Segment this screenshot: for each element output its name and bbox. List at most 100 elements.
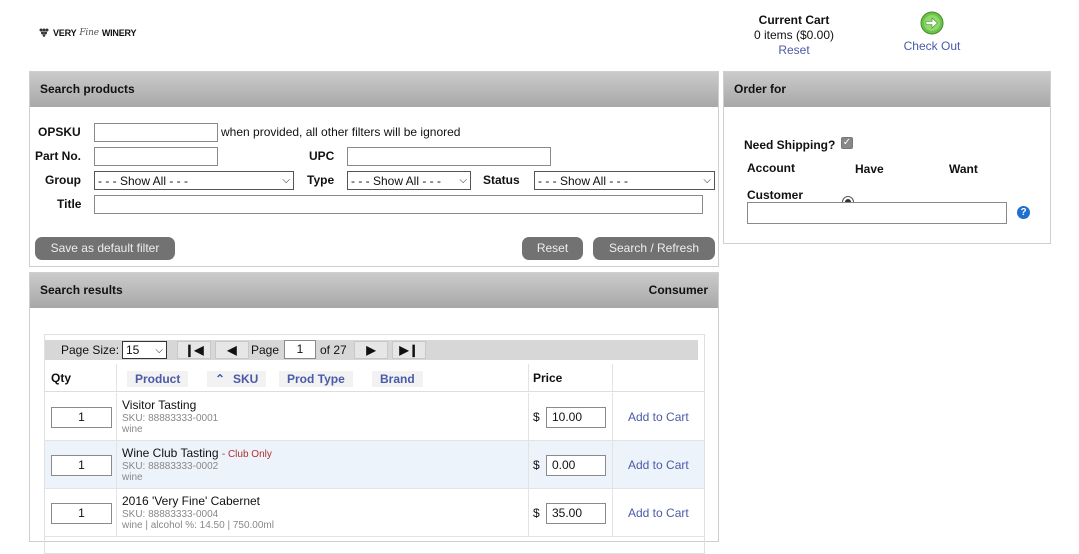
status-selected: - - - Show All - - - — [538, 173, 629, 188]
col-divider — [116, 489, 117, 536]
grape-icon — [38, 27, 50, 39]
col-divider — [116, 393, 117, 440]
col-prod-type[interactable]: Prod Type — [279, 371, 353, 387]
search-refresh-button[interactable]: Search / Refresh — [593, 237, 715, 260]
add-to-cart-link[interactable]: Add to Cart — [628, 410, 689, 424]
product-sku: SKU: 88883333-0001 — [122, 413, 219, 424]
logo-fine: Fine — [79, 28, 99, 38]
group-label: Group — [45, 173, 81, 187]
col-divider — [612, 489, 613, 536]
product-name: 2016 'Very Fine' Cabernet — [122, 494, 260, 508]
col-divider — [528, 364, 529, 391]
col-sku[interactable]: ⌃ SKU — [207, 371, 267, 387]
currency-symbol: $ — [533, 410, 540, 424]
price-input[interactable]: 10.00 — [546, 407, 606, 428]
upc-label: UPC — [309, 149, 335, 163]
partno-input[interactable] — [94, 147, 218, 166]
product-name: Visitor Tasting — [122, 398, 196, 412]
title-input[interactable] — [94, 195, 703, 214]
product-sku: SKU: 88883333-0004 — [122, 509, 219, 520]
need-shipping-checkbox[interactable]: ✓ — [841, 137, 853, 149]
prev-page-button[interactable]: ◀ — [215, 341, 249, 359]
page-number-input[interactable]: 1 — [284, 340, 316, 359]
sort-asc-icon: ⌃ — [215, 372, 226, 386]
help-icon[interactable]: ? — [1017, 206, 1030, 219]
price-input[interactable]: 35.00 — [546, 503, 606, 524]
search-products-header: Search products — [30, 72, 718, 107]
opsku-hint: when provided, all other filters will be… — [221, 125, 461, 139]
logo-winery: WINERY — [101, 28, 137, 38]
product-details: SKU: 88883333-0001 wine — [122, 413, 218, 435]
col-divider — [528, 489, 529, 536]
currency-symbol: $ — [533, 458, 540, 472]
account-want-label: Want — [949, 162, 978, 176]
qty-input[interactable]: 1 — [51, 455, 112, 476]
need-shipping-label: Need Shipping? — [744, 138, 836, 152]
page-size-value: 15 — [126, 343, 140, 357]
chevron-down-icon: ⌵ — [282, 175, 290, 186]
search-results-header: Search results Consumer — [30, 273, 718, 308]
cart-title: Current Cart — [758, 13, 830, 27]
account-have-label: Have — [855, 162, 884, 176]
checkout-label: Check Out — [903, 39, 961, 53]
product-meta: wine — [122, 424, 143, 435]
order-for-panel: Order for Need Shipping? ✓ Account Have … — [723, 71, 1051, 244]
product-details: SKU: 88883333-0004 wine | alcohol %: 14.… — [122, 509, 274, 531]
logo-very: VERY — [53, 28, 77, 38]
col-divider — [116, 364, 117, 391]
search-products-panel: Search products OPSKU when provided, all… — [29, 71, 719, 267]
page-count: of 27 — [320, 343, 347, 357]
product-details: SKU: 88883333-0002 wine — [122, 461, 218, 483]
type-select[interactable]: - - - Show All - - - ⌵ — [347, 171, 471, 190]
qty-input[interactable]: 1 — [51, 407, 112, 428]
product-name-text: Wine Club Tasting — [122, 446, 219, 460]
add-to-cart-link[interactable]: Add to Cart — [628, 458, 689, 472]
order-for-header: Order for — [724, 72, 1050, 107]
chevron-down-icon: ⌵ — [703, 175, 711, 186]
group-selected: - - - Show All - - - — [98, 173, 189, 188]
first-page-icon: ❙◀ — [184, 343, 204, 357]
arrow-right-circle-icon — [920, 11, 944, 35]
add-to-cart-link[interactable]: Add to Cart — [628, 506, 689, 520]
group-select[interactable]: - - - Show All - - - ⌵ — [94, 171, 294, 190]
product-name: Wine Club Tasting - Club Only — [122, 446, 272, 460]
cart-count: 0 items ($0.00) — [753, 28, 835, 42]
table-row: 1 Wine Club Tasting - Club Only SKU: 888… — [45, 441, 704, 489]
status-label: Status — [483, 173, 520, 187]
col-product[interactable]: Product — [127, 371, 189, 387]
next-page-button[interactable]: ▶ — [354, 341, 388, 359]
upc-input[interactable] — [347, 147, 551, 166]
opsku-input[interactable] — [94, 123, 218, 142]
col-sku-label: SKU — [233, 372, 259, 386]
status-select[interactable]: - - - Show All - - - ⌵ — [534, 171, 715, 190]
first-page-button[interactable]: ❙◀ — [177, 341, 211, 359]
qty-input[interactable]: 1 — [51, 503, 112, 524]
prev-page-icon: ◀ — [227, 343, 237, 357]
col-divider — [528, 441, 529, 488]
product-sku: SKU: 88883333-0002 — [122, 461, 219, 472]
winery-logo: VERY Fine WINERY — [38, 27, 136, 39]
col-divider — [612, 364, 613, 391]
page-size-label: Page Size: — [61, 343, 120, 357]
save-default-filter-button[interactable]: Save as default filter — [35, 237, 175, 260]
grid-header-row: Qty Product ⌃ SKU Prod Type Brand Price — [45, 364, 704, 392]
results-mode: Consumer — [648, 283, 708, 297]
page-size-select[interactable]: 15 ⌵ — [122, 341, 167, 359]
account-label: Account — [747, 161, 795, 175]
type-selected: - - - Show All - - - — [351, 173, 442, 188]
checkout-button[interactable]: Check Out — [896, 11, 968, 53]
table-row: 1 2016 'Very Fine' Cabernet SKU: 8888333… — [45, 489, 704, 537]
last-page-icon: ▶❙ — [399, 343, 419, 357]
table-row: 1 Visitor Tasting SKU: 88883333-0001 win… — [45, 393, 704, 441]
customer-input[interactable] — [747, 202, 1007, 224]
product-meta: wine | alcohol %: 14.50 | 750.00ml — [122, 520, 274, 531]
cart-reset-link[interactable]: Reset — [744, 43, 844, 57]
col-divider — [116, 441, 117, 488]
reset-button[interactable]: Reset — [522, 237, 583, 260]
col-price: Price — [533, 371, 563, 385]
type-label: Type — [307, 173, 335, 187]
price-input[interactable]: 0.00 — [546, 455, 606, 476]
last-page-button[interactable]: ▶❙ — [392, 341, 426, 359]
product-name-text: Visitor Tasting — [122, 398, 197, 412]
col-brand[interactable]: Brand — [372, 371, 423, 387]
